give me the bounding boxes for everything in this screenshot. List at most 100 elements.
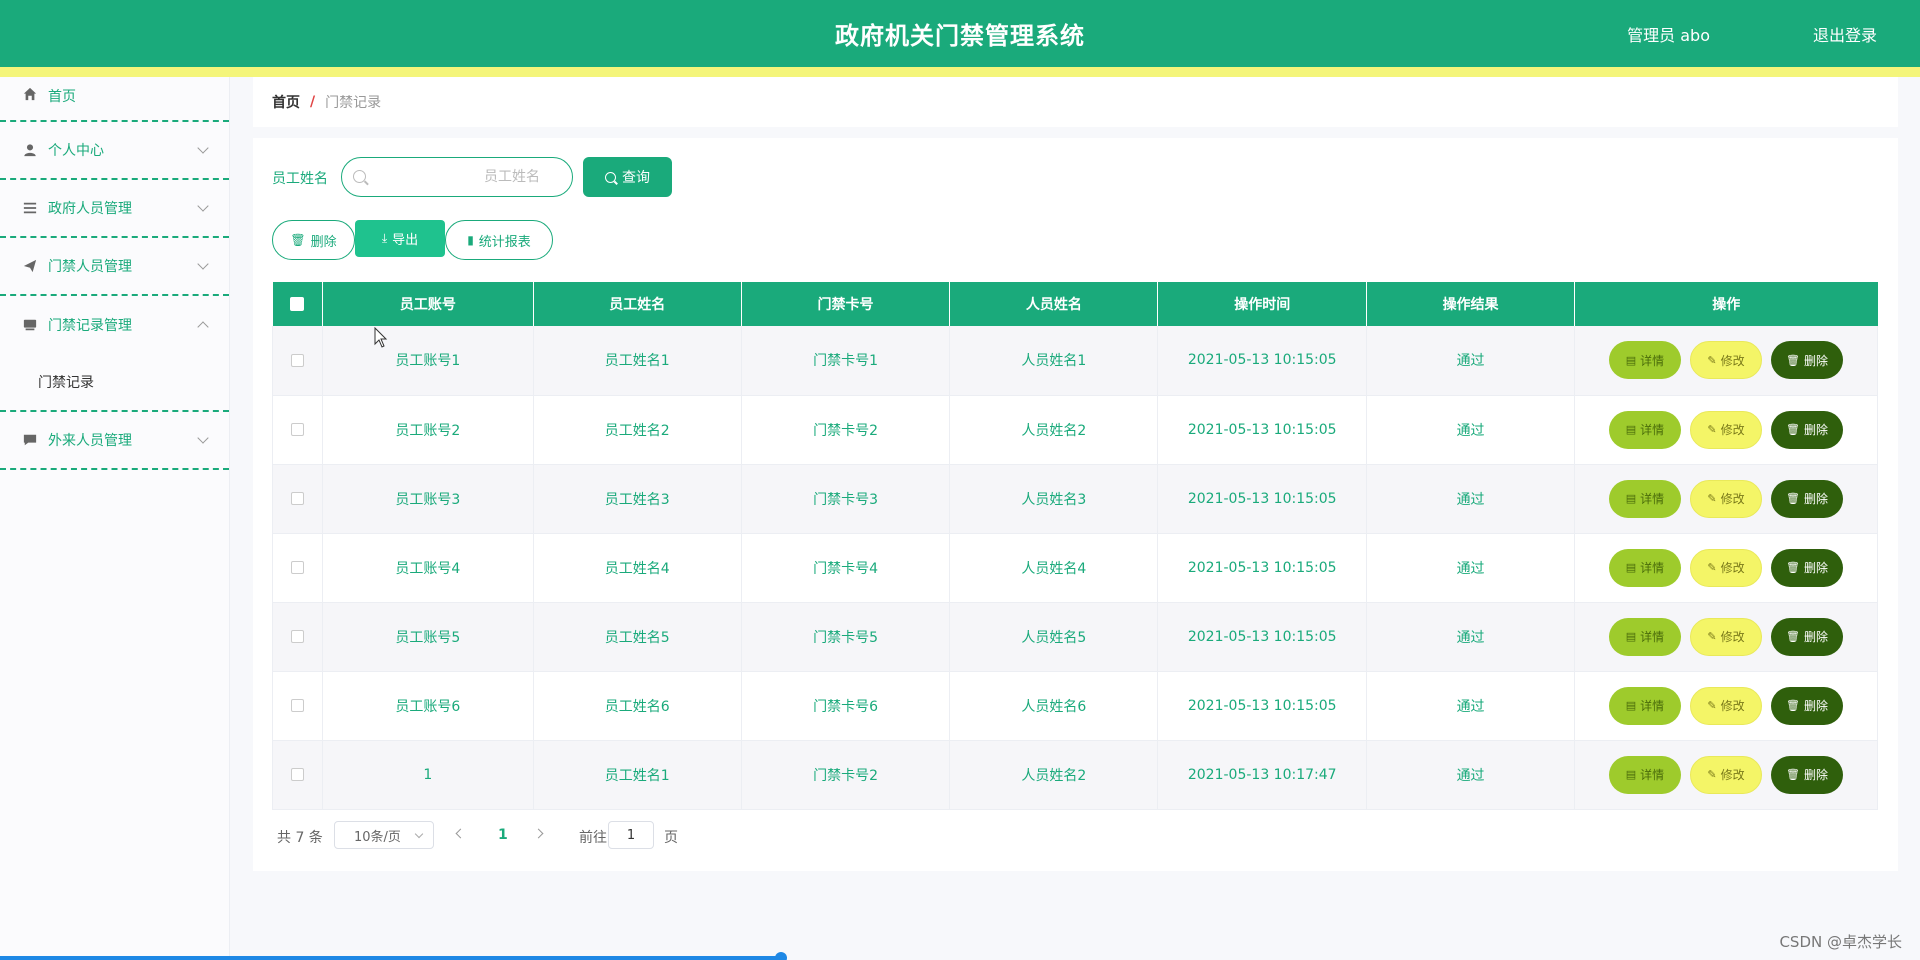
table-cell: 员工姓名1 xyxy=(533,326,742,396)
detail-label: 详情 xyxy=(1640,768,1665,782)
detail-button[interactable]: ▤ 详情 xyxy=(1608,617,1681,656)
pagination-total: 共 7 条 xyxy=(277,830,323,846)
row-checkbox[interactable] xyxy=(290,561,304,574)
delete-button[interactable]: 🗑 删除 xyxy=(1770,617,1843,656)
edit-icon: ✎ xyxy=(1707,630,1717,643)
document-icon: ▤ xyxy=(1625,492,1637,505)
table-cell: 员工姓名3 xyxy=(533,464,742,534)
sidebar-item-label: 门禁记录管理 xyxy=(48,318,132,334)
edit-button[interactable]: ✎ 修改 xyxy=(1689,479,1762,518)
sidebar-item-profile[interactable]: 个人中心 xyxy=(0,122,229,180)
batch-delete-button[interactable]: 🗑 删除 xyxy=(272,220,355,260)
sidebar-subitem-access-log[interactable]: 门禁记录 xyxy=(0,354,229,412)
edit-icon: ✎ xyxy=(1707,699,1717,712)
progress-fill xyxy=(0,956,782,960)
statistics-report-button[interactable]: ▮ 统计报表 xyxy=(445,220,553,260)
row-checkbox[interactable] xyxy=(290,768,304,781)
goto-label: 前往 xyxy=(579,830,607,846)
row-actions-cell: ▤ 详情 ✎ 修改 🗑 删除 xyxy=(1574,602,1879,672)
sidebar-item-access-records[interactable]: 门禁记录管理 xyxy=(0,296,229,354)
table-cell: 通过 xyxy=(1366,464,1575,534)
delete-button[interactable]: 🗑 删除 xyxy=(1770,479,1843,518)
top-header: 政府机关门禁管理系统 管理员 abo 退出登录 xyxy=(0,0,1920,67)
batch-delete-label: 删除 xyxy=(310,234,337,250)
table-cell: 门禁卡号2 xyxy=(741,740,951,810)
detail-button[interactable]: ▤ 详情 xyxy=(1608,341,1681,380)
delete-label: 删除 xyxy=(1803,630,1828,644)
export-button[interactable]: ⤓ 导出 xyxy=(355,220,445,257)
video-progress-bar[interactable] xyxy=(0,952,1920,960)
detail-label: 详情 xyxy=(1640,353,1665,368)
sidebar-item-government-staff[interactable]: 政府人员管理 xyxy=(0,180,229,238)
edit-button[interactable]: ✎ 修改 xyxy=(1689,341,1762,380)
row-actions-cell: ▤ 详情 ✎ 修改 🗑 删除 xyxy=(1574,464,1879,534)
trash-icon: 🗑 xyxy=(1785,768,1800,781)
detail-button[interactable]: ▤ 详情 xyxy=(1608,686,1681,725)
row-checkbox[interactable] xyxy=(290,699,304,712)
table-cell: 人员姓名4 xyxy=(949,533,1159,603)
edit-label: 修改 xyxy=(1720,630,1745,644)
table-cell: 人员姓名2 xyxy=(949,740,1159,810)
table-cell: 通过 xyxy=(1366,395,1575,465)
page-number-current[interactable]: 1 xyxy=(498,827,508,843)
progress-handle[interactable] xyxy=(775,952,788,960)
chevron-down-icon xyxy=(414,829,424,839)
trash-icon: 🗑 xyxy=(1785,630,1800,643)
sidebar-item-access-staff[interactable]: 门禁人员管理 xyxy=(0,238,229,296)
document-icon: ▤ xyxy=(1625,561,1637,574)
table-cell: 门禁卡号1 xyxy=(741,326,951,396)
table-cell: 员工账号6 xyxy=(322,671,534,741)
detail-button[interactable]: ▤ 详情 xyxy=(1608,479,1681,518)
records-table: 员工账号 员工姓名 门禁卡号 人员姓名 操作时间 操作结果 操作 员工账号1 员工… xyxy=(272,282,1879,810)
search-input[interactable] xyxy=(372,158,562,195)
delete-button[interactable]: 🗑 删除 xyxy=(1770,686,1843,725)
query-button[interactable]: 查询 xyxy=(583,157,672,197)
row-select-cell xyxy=(272,740,323,810)
detail-button[interactable]: ▤ 详情 xyxy=(1608,410,1681,449)
row-checkbox[interactable] xyxy=(290,492,304,505)
watermark: CSDN @卓杰学长 xyxy=(1779,933,1902,951)
prev-page-button[interactable] xyxy=(455,828,466,839)
delete-button[interactable]: 🗑 删除 xyxy=(1770,548,1843,587)
edit-button[interactable]: ✎ 修改 xyxy=(1689,686,1762,725)
row-select-cell xyxy=(272,395,323,465)
delete-button[interactable]: 🗑 删除 xyxy=(1770,410,1843,449)
edit-label: 修改 xyxy=(1720,768,1745,782)
edit-icon: ✎ xyxy=(1707,423,1717,436)
edit-button[interactable]: ✎ 修改 xyxy=(1689,755,1762,794)
page-size-select[interactable]: 10条/页 xyxy=(334,821,434,849)
breadcrumb: 首页 / 门禁记录 xyxy=(253,77,1898,127)
column-header: 操作结果 xyxy=(1366,282,1575,326)
trash-icon: 🗑 xyxy=(1785,699,1800,712)
sidebar-item-visitors[interactable]: 外来人员管理 xyxy=(0,412,229,470)
select-all-checkbox[interactable] xyxy=(290,297,305,311)
detail-button[interactable]: ▤ 详情 xyxy=(1608,548,1681,587)
goto-page-input[interactable] xyxy=(608,821,654,849)
document-icon: ▤ xyxy=(1625,423,1637,436)
delete-label: 删除 xyxy=(1803,699,1828,713)
trash-icon: 🗑 xyxy=(1785,423,1800,436)
page-size-value: 10条/页 xyxy=(354,829,401,845)
row-checkbox[interactable] xyxy=(290,423,304,436)
edit-button[interactable]: ✎ 修改 xyxy=(1689,548,1762,587)
table-cell: 人员姓名3 xyxy=(949,464,1159,534)
next-page-button[interactable] xyxy=(533,828,544,839)
row-checkbox[interactable] xyxy=(290,630,304,643)
table-cell: 2021-05-13 10:17:47 xyxy=(1157,740,1368,810)
row-actions-cell: ▤ 详情 ✎ 修改 🗑 删除 xyxy=(1574,533,1879,603)
detail-button[interactable]: ▤ 详情 xyxy=(1608,755,1681,794)
edit-button[interactable]: ✎ 修改 xyxy=(1689,410,1762,449)
sidebar-group-access-records: 门禁记录管理 门禁记录 xyxy=(0,296,229,412)
row-checkbox[interactable] xyxy=(290,353,304,367)
delete-button[interactable]: 🗑 删除 xyxy=(1770,341,1843,380)
detail-label: 详情 xyxy=(1640,492,1665,506)
sidebar-item-home[interactable]: 首页 xyxy=(0,77,229,122)
sidebar-item-label: 政府人员管理 xyxy=(48,201,132,217)
column-header: 门禁卡号 xyxy=(741,282,951,326)
delete-button[interactable]: 🗑 删除 xyxy=(1770,755,1843,794)
breadcrumb-home[interactable]: 首页 xyxy=(272,92,300,112)
logout-link[interactable]: 退出登录 xyxy=(1813,22,1877,46)
table-cell: 通过 xyxy=(1366,533,1575,603)
edit-button[interactable]: ✎ 修改 xyxy=(1689,617,1762,656)
table-row: 员工账号3 员工姓名3 门禁卡号3 人员姓名3 2021-05-13 10:15:05 通… xyxy=(272,464,1879,534)
